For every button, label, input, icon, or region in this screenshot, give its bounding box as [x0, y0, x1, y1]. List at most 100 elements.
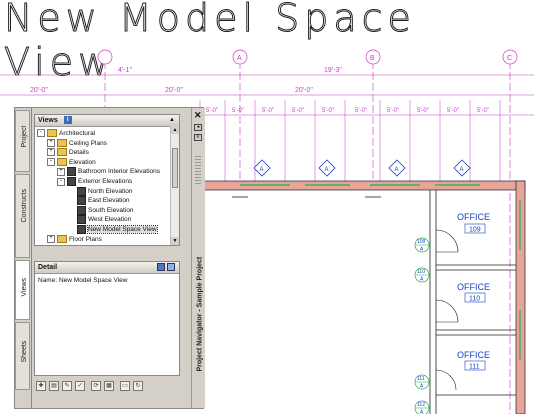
tree-item-label: Architectural [59, 130, 96, 137]
edit-icon[interactable]: ✎ [62, 381, 72, 391]
palette-title-bar[interactable]: ✕ ◂ ≡ Project Navigator - Sample Project [191, 108, 205, 408]
tree-item-label: New Model Space View [87, 225, 158, 235]
tree-item-label: East Elevation [88, 197, 130, 205]
dim-text: 4'-1" [118, 67, 132, 74]
collapse-toggle-icon[interactable]: - [47, 158, 55, 167]
detail-body: Name: New Model Space View [35, 274, 179, 287]
office-name: OFFICE [457, 350, 490, 360]
tab-project[interactable]: Project [15, 110, 30, 172]
views-panel: Views i ▲ - Architectural + Ceiling Plans + D… [34, 114, 180, 246]
tree-item[interactable]: + Bathroom Interior Elevations [57, 167, 161, 177]
tab-constructs[interactable]: Constructs [15, 174, 30, 258]
views-tree: - Architectural + Ceiling Plans + Details - Ele… [35, 127, 179, 245]
scroll-thumb[interactable] [172, 148, 178, 188]
view-icon [77, 225, 86, 234]
office-number: 110 [469, 296, 480, 303]
palette-title: Project Navigator - Sample Project [196, 256, 204, 372]
tree-item[interactable]: West Elevation [67, 215, 132, 225]
dim-text: 20'-0" [165, 87, 183, 94]
tree-item[interactable]: North Elevation [67, 186, 133, 196]
folder-icon [57, 148, 67, 157]
small-dim: 5'-0" [447, 108, 459, 114]
tree-item[interactable]: + Floor Plans [47, 234, 102, 244]
tree-item-label: Floor Plans [69, 235, 102, 243]
tree-item[interactable]: - Exterior Elevations [57, 177, 132, 186]
office-name: OFFICE [457, 282, 490, 292]
door-tag-number: 109 [417, 239, 426, 245]
expand-toggle-icon[interactable]: + [57, 167, 65, 176]
folder-icon [57, 234, 67, 243]
tree-item[interactable]: South Elevation [67, 205, 134, 215]
properties-menu-icon[interactable]: ≡ [194, 134, 202, 141]
tab-views[interactable]: Views [15, 260, 30, 320]
small-dim: 5'-0" [477, 108, 489, 114]
small-dim: 5'-0" [262, 108, 274, 114]
elevation-tag-letter: A [260, 167, 264, 173]
tree-item[interactable]: - Architectural [37, 129, 95, 138]
tree-item-label: North Elevation [88, 187, 133, 195]
view-icon [67, 167, 76, 177]
grip-handle[interactable] [195, 156, 201, 186]
small-dim: 5'-0" [322, 108, 334, 114]
tab-sheets[interactable]: Sheets [15, 322, 30, 390]
small-dim: 5'-0" [206, 108, 218, 114]
small-dim: 5'-0" [355, 108, 367, 114]
office-number: 109 [469, 227, 481, 234]
office-name: OFFICE [457, 212, 490, 222]
view-icon [77, 205, 86, 215]
info-icon[interactable]: i [63, 116, 72, 125]
detail-panel: Detail Name: New Model Space View [34, 261, 180, 376]
tree-item-label: Details [69, 149, 89, 157]
views-header-label: Views [38, 117, 58, 124]
folder-icon [57, 138, 67, 147]
tree-item-label: Bathroom Interior Elevations [78, 168, 161, 176]
regenerate-icon[interactable]: ⟳ [91, 381, 101, 391]
door-swing [435, 369, 457, 391]
tree-item[interactable]: + Details [47, 148, 89, 157]
tree-item-label: South Elevation [88, 207, 134, 215]
scroll-down-arrow-icon[interactable]: ▼ [171, 237, 179, 245]
tree-item[interactable]: + Ceiling Plans [47, 138, 107, 148]
overall-dim: 19'-3" [324, 67, 342, 74]
elevation-tag-letter: A [460, 167, 464, 173]
expand-toggle-icon[interactable]: + [47, 148, 55, 157]
door-swing [435, 229, 459, 253]
close-icon[interactable]: ✕ [194, 110, 202, 121]
tree-item[interactable]: New Model Space View [67, 225, 158, 235]
collapse-toggle-icon[interactable]: - [37, 129, 45, 138]
view-icon [77, 215, 86, 225]
preview-view-icon[interactable] [167, 263, 175, 271]
office-number: 111 [469, 364, 480, 371]
refresh-icon[interactable]: ↻ [133, 381, 143, 391]
view-icon [77, 186, 86, 196]
collapse-toggle-icon[interactable]: - [57, 177, 65, 186]
detail-view-icon[interactable] [157, 263, 165, 271]
folder-icon [57, 158, 67, 167]
name-label: Name: [38, 277, 58, 284]
grid-label-a: A [237, 55, 242, 62]
expand-toggle-icon[interactable]: + [47, 234, 55, 243]
expand-toggle-icon[interactable]: + [47, 138, 55, 147]
small-dim: 5'-0" [417, 108, 429, 114]
tree-item[interactable]: East Elevation [67, 196, 130, 206]
add-sheet-icon[interactable]: ▤ [49, 381, 59, 391]
add-view-icon[interactable]: ✚ [36, 381, 46, 391]
door-tag-number: 111 [417, 376, 425, 382]
scroll-up-arrow-icon[interactable]: ▲ [171, 126, 179, 134]
detail-panel-header: Detail [35, 262, 179, 274]
open-icon[interactable]: ▭ [120, 381, 130, 391]
check-icon[interactable]: ✓ [75, 381, 85, 391]
tree-item-label: Ceiling Plans [69, 139, 107, 147]
tree-item[interactable]: - Elevation [47, 158, 96, 167]
collapse-arrow-icon[interactable]: ▲ [169, 115, 175, 126]
navigator-toolbar: ✚ ▤ ✎ ✓ ⟳ ▦ ▭ ↻ [34, 379, 180, 393]
folder-icon [47, 129, 57, 138]
tree-item-label: West Elevation [88, 216, 132, 224]
small-dim: 5'-0" [387, 108, 399, 114]
door-tag-number: 112 [417, 402, 425, 408]
properties-icon[interactable]: ▦ [104, 381, 114, 391]
small-dim: 5'-0" [292, 108, 304, 114]
tree-scrollbar[interactable]: ▲ ▼ [170, 126, 179, 245]
auto-hide-icon[interactable]: ◂ [194, 124, 202, 131]
dim-text: 20'-0" [30, 87, 48, 94]
